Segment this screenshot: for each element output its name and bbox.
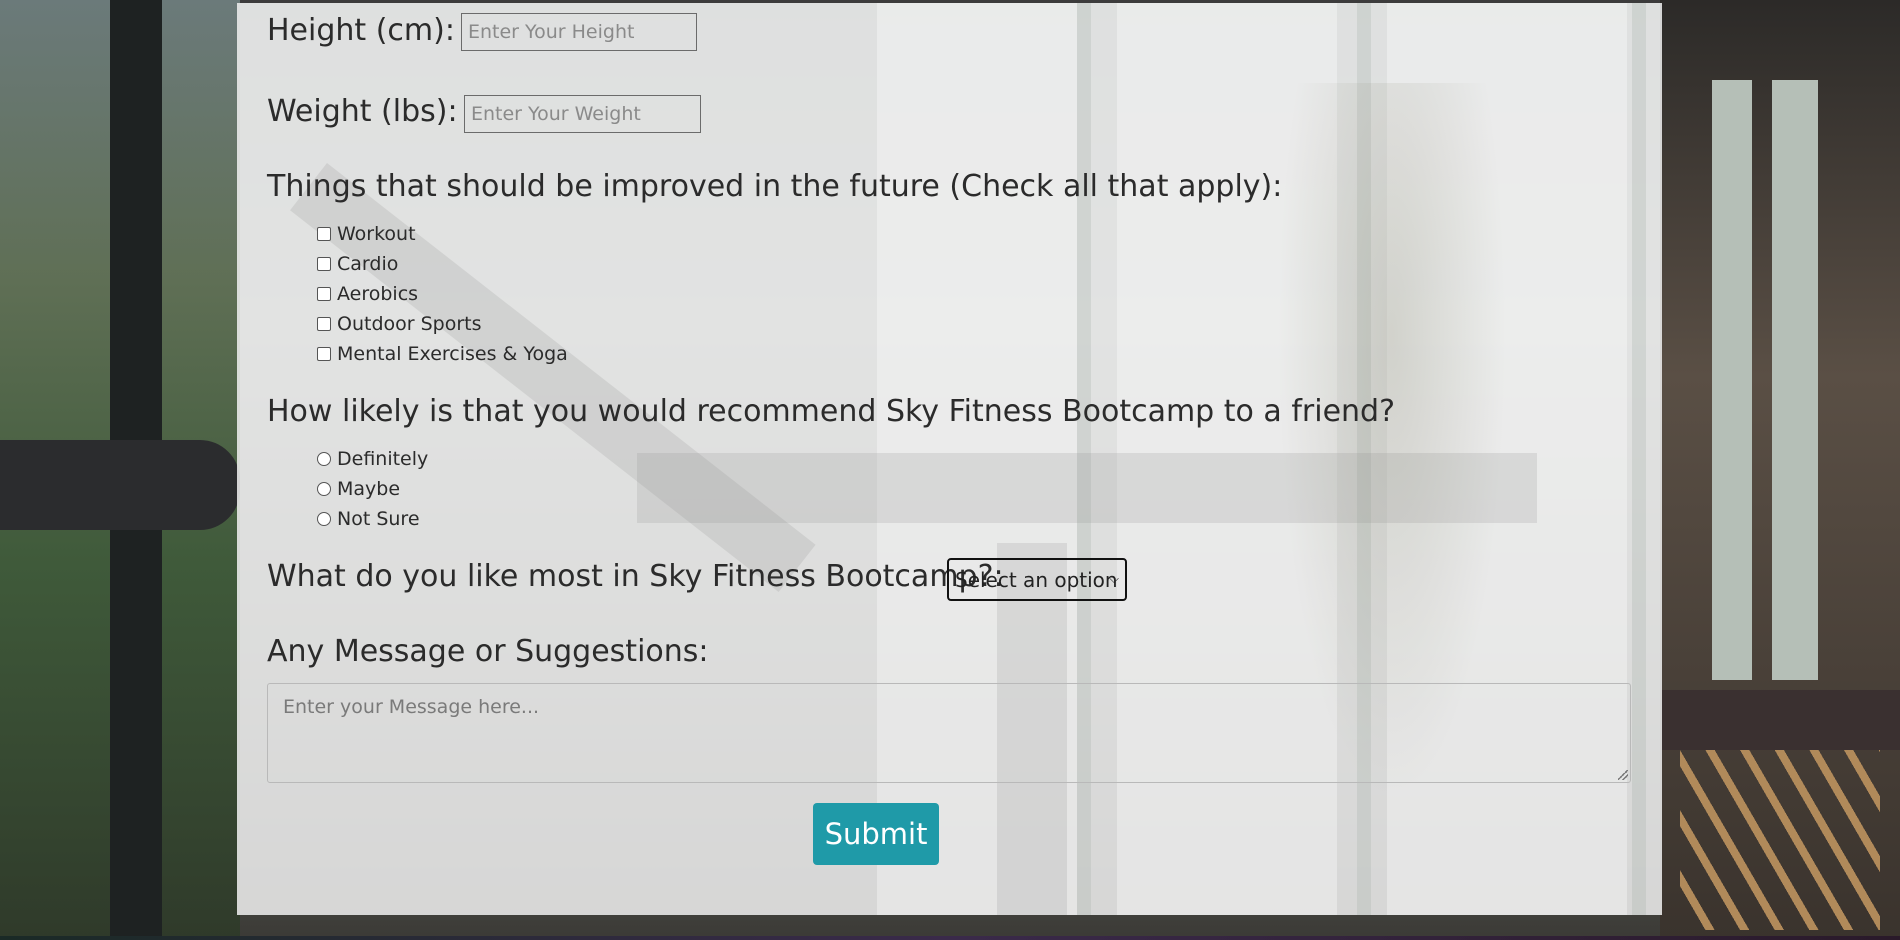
message-label: Any Message or Suggestions: (267, 634, 709, 669)
checkbox-mental-exercises-yoga[interactable]: Mental Exercises & Yoga (317, 343, 568, 365)
select-value: Select an option (955, 568, 1118, 592)
recommend-question: How likely is that you would recommend S… (267, 394, 1396, 429)
height-input[interactable] (461, 13, 697, 51)
message-placeholder: Enter your Message here... (283, 696, 540, 718)
gym-window (1712, 80, 1752, 680)
checkbox-outdoor-sports[interactable]: Outdoor Sports (317, 313, 482, 335)
checkbox[interactable] (317, 257, 331, 271)
radio-label: Definitely (337, 448, 429, 470)
gym-window (1772, 80, 1818, 680)
weight-input[interactable] (464, 95, 701, 133)
radio-label: Not Sure (337, 508, 420, 530)
gym-bench (1660, 690, 1900, 750)
radio-label: Maybe (337, 478, 401, 500)
improvements-question: Things that should be improved in the fu… (267, 169, 1283, 204)
resize-grip-icon[interactable] (1618, 770, 1628, 780)
radio-definitely[interactable]: Definitely (317, 448, 428, 470)
checkbox[interactable] (317, 347, 331, 361)
treadmill-handle (0, 440, 240, 530)
bottom-border (0, 936, 1900, 940)
radio-button[interactable] (317, 452, 331, 466)
chevron-down-icon: ⌵ (1109, 572, 1119, 587)
radio-button[interactable] (317, 512, 331, 526)
checkbox-label: Outdoor Sports (337, 313, 482, 335)
like-most-question: What do you like most in Sky Fitness Boo… (267, 559, 1004, 594)
checkbox-cardio[interactable]: Cardio (317, 253, 398, 275)
radio-button[interactable] (317, 482, 331, 496)
weight-label: Weight (lbs): (267, 94, 458, 129)
message-textarea[interactable]: Enter your Message here... (267, 683, 1631, 783)
checkbox-aerobics[interactable]: Aerobics (317, 283, 418, 305)
feedback-form-panel: Height (cm): Weight (lbs): Things that s… (237, 3, 1662, 915)
submit-button[interactable]: Submit (813, 803, 939, 865)
checkbox[interactable] (317, 227, 331, 241)
checkbox[interactable] (317, 287, 331, 301)
like-most-select[interactable]: Select an option ⌵ (947, 558, 1127, 601)
checkbox[interactable] (317, 317, 331, 331)
radio-not-sure[interactable]: Not Sure (317, 508, 420, 530)
bench-legs (1680, 750, 1880, 930)
checkbox-workout[interactable]: Workout (317, 223, 416, 245)
radio-maybe[interactable]: Maybe (317, 478, 400, 500)
checkbox-label: Workout (337, 223, 416, 245)
checkbox-label: Aerobics (337, 283, 419, 305)
checkbox-label: Cardio (337, 253, 399, 275)
checkbox-label: Mental Exercises & Yoga (337, 343, 568, 365)
height-label: Height (cm): (267, 13, 455, 48)
